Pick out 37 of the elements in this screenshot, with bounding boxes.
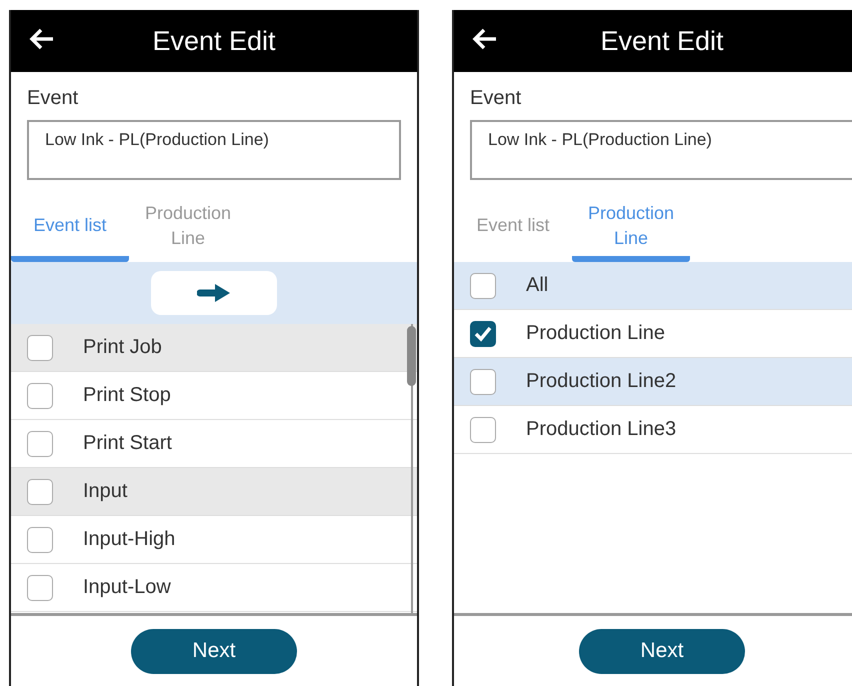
back-arrow-icon[interactable] (29, 28, 55, 50)
checkbox[interactable] (470, 368, 496, 394)
checkbox[interactable] (470, 272, 496, 298)
list-item-label: Print Start (83, 432, 172, 455)
list-item-label: Production Line3 (526, 418, 676, 441)
event-field[interactable]: Low Ink - PL(Production Line) (27, 120, 401, 180)
list-row[interactable]: Production Line2 (454, 358, 852, 406)
event-label: Event (470, 87, 522, 110)
checkbox[interactable] (27, 430, 53, 456)
checkbox[interactable] (27, 334, 53, 360)
next-button[interactable]: Next (131, 628, 297, 674)
right-arrow-icon (197, 283, 231, 303)
event-label: Event (27, 87, 80, 110)
checkbox[interactable] (27, 526, 53, 552)
list-item-label: Print Job (83, 336, 162, 359)
scrollbar-thumb[interactable] (407, 326, 416, 386)
checkbox[interactable] (27, 478, 53, 504)
next-button[interactable]: Next (579, 628, 745, 674)
list-row[interactable]: Input (11, 468, 417, 516)
list-item-label: Print Stop (83, 384, 171, 407)
list-item-label: Production Line2 (526, 370, 676, 393)
back-arrow-icon[interactable] (472, 28, 498, 50)
list-row[interactable]: All (454, 262, 852, 310)
screen-title: Event Edit (600, 26, 724, 56)
event-field[interactable]: Low Ink - PL(Production Line) (470, 120, 852, 180)
list-item-label: Production Line (526, 322, 665, 345)
checkbox[interactable] (27, 382, 53, 408)
list-row[interactable]: Print Job (11, 324, 417, 372)
checkbox[interactable] (470, 416, 496, 442)
screen-title: Event Edit (152, 26, 276, 56)
list-item-label: Input-High (83, 528, 176, 551)
list-item-label: All (526, 274, 548, 297)
checkbox[interactable] (27, 574, 53, 600)
arrow-button[interactable] (151, 271, 277, 315)
checkbox[interactable] (470, 320, 496, 346)
list-item-label: Input-Low (83, 576, 171, 599)
list-item-label: Input (83, 480, 128, 503)
